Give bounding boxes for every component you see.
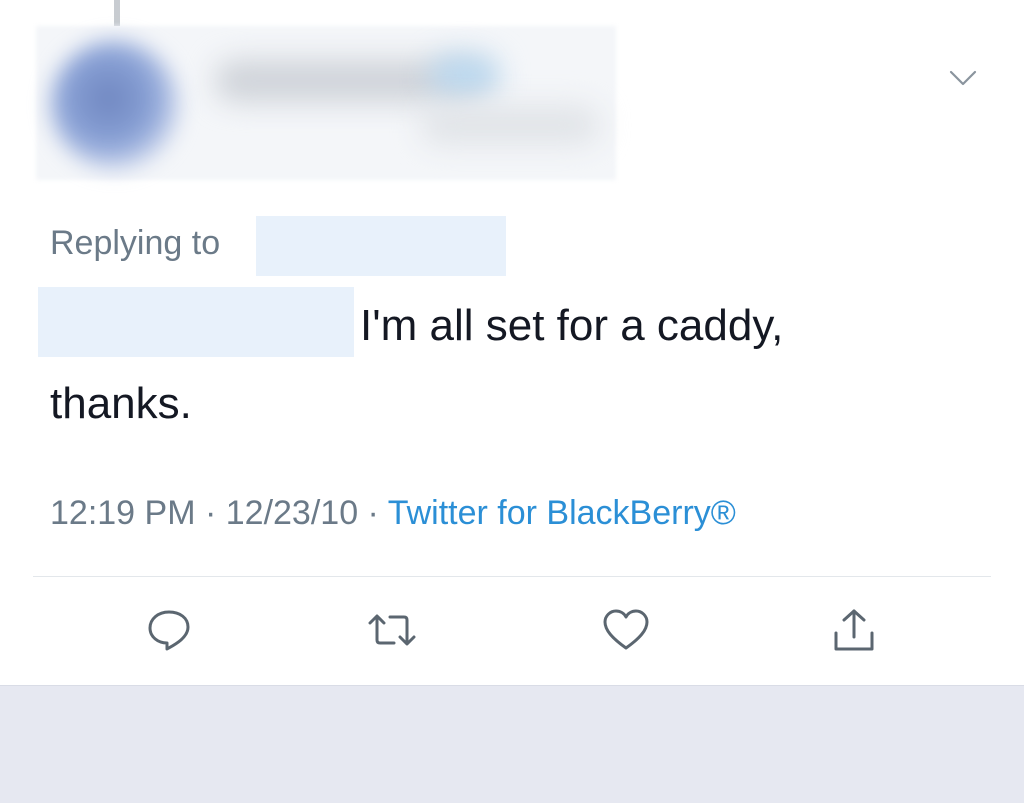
- replying-to-mention-redacted[interactable]: [256, 216, 506, 276]
- replying-to-label: Replying to: [50, 224, 221, 262]
- thread-connector-line: [114, 0, 120, 26]
- share-icon: [832, 607, 876, 658]
- verified-badge-blurred: [430, 55, 500, 95]
- tweet-date: 12/23/10: [225, 494, 359, 532]
- chevron-down-icon[interactable]: [948, 66, 978, 90]
- divider: [33, 576, 991, 577]
- like-button[interactable]: [598, 604, 654, 660]
- username-blurred[interactable]: [420, 105, 600, 145]
- tweet-time: 12:19 PM: [50, 494, 196, 532]
- retweet-button[interactable]: [364, 604, 420, 660]
- share-button[interactable]: [826, 604, 882, 660]
- reply-icon: [146, 607, 192, 658]
- tweet-mention-redacted[interactable]: [38, 287, 354, 357]
- meta-separator: ·: [358, 494, 388, 532]
- reply-button[interactable]: [141, 604, 197, 660]
- heart-icon: [602, 608, 650, 657]
- footer-background: [0, 685, 1024, 803]
- tweet-meta: 12:19 PM · 12/23/10 · Twitter for BlackB…: [50, 490, 736, 536]
- avatar[interactable]: [50, 40, 180, 170]
- tweet-text-line-2: thanks.: [50, 379, 192, 428]
- retweet-icon: [367, 610, 417, 655]
- tweet-text-line-1: I'm all set for a caddy,: [360, 301, 784, 350]
- tweet-source-link[interactable]: Twitter for BlackBerry®: [388, 494, 736, 532]
- tweet-detail-page: Replying to I'm all set for a caddy, tha…: [0, 0, 1024, 803]
- meta-separator: ·: [195, 494, 226, 532]
